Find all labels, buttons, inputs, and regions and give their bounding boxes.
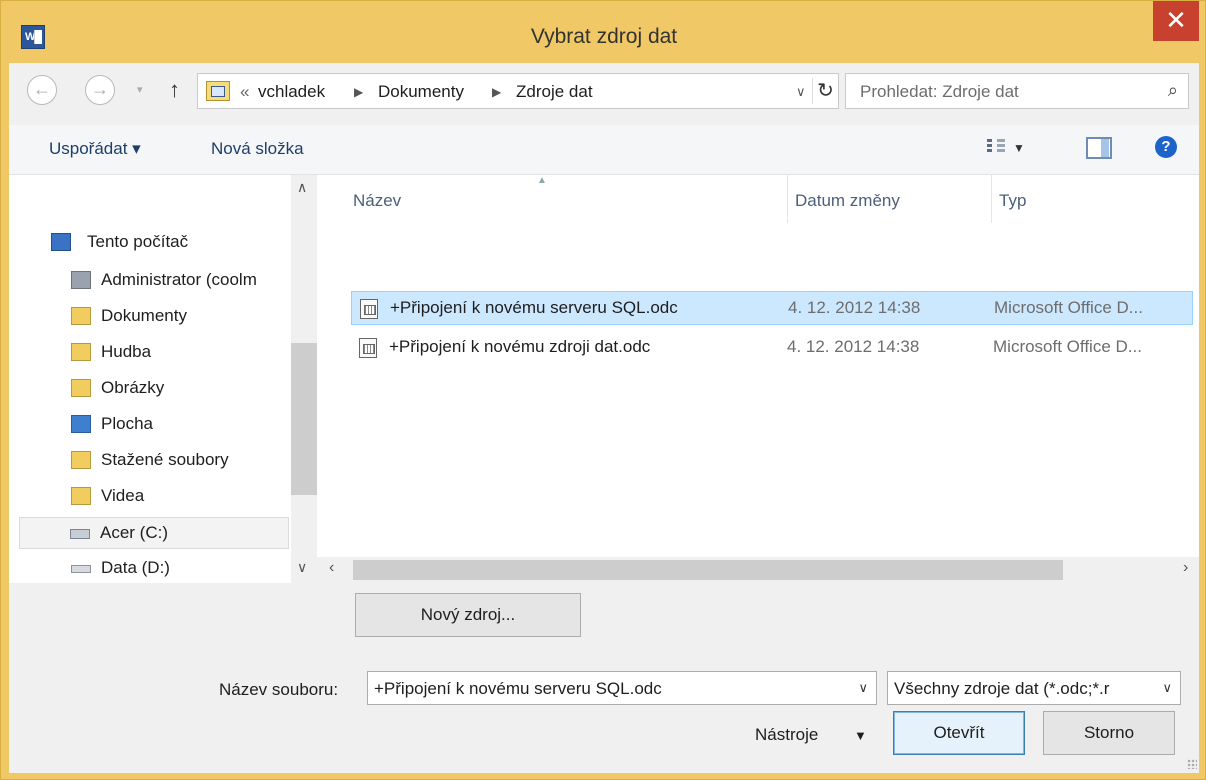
nav-drive-c[interactable]: Acer (C:) bbox=[19, 517, 289, 549]
search-icon[interactable]: ⌕ bbox=[1168, 80, 1178, 101]
view-dropdown-icon[interactable]: ▼ bbox=[1013, 141, 1025, 155]
breadcrumb-overflow[interactable]: « bbox=[240, 82, 249, 102]
dialog-client: ← → ▾ ↑ « vchladek ▶ Dokumenty ▶ Zdroje … bbox=[9, 63, 1199, 773]
drive-icon bbox=[70, 529, 90, 539]
scroll-right-icon[interactable]: › bbox=[1183, 559, 1188, 577]
filename-label: Název souboru: bbox=[219, 680, 339, 699]
file-row[interactable]: +Připojení k novému zdroji dat.odc 4. 12… bbox=[351, 331, 1193, 365]
sort-ascending-icon: ▲ bbox=[537, 175, 547, 186]
refresh-icon[interactable]: ↻ bbox=[812, 78, 838, 104]
help-icon[interactable]: ? bbox=[1155, 136, 1177, 158]
data-connection-file-icon bbox=[360, 299, 378, 319]
search-placeholder: Prohledat: Zdroje dat bbox=[860, 82, 1019, 101]
chevron-right-icon[interactable]: ▶ bbox=[492, 85, 501, 99]
resize-grip-icon[interactable] bbox=[1187, 759, 1197, 769]
breadcrumb-dokumenty[interactable]: Dokumenty bbox=[378, 82, 464, 102]
file-list-scrollbar[interactable]: ‹ › bbox=[317, 557, 1199, 583]
back-button[interactable]: ← bbox=[27, 75, 57, 105]
search-input[interactable]: Prohledat: Zdroje dat ⌕ bbox=[845, 73, 1189, 109]
column-header-name[interactable]: Název bbox=[353, 191, 401, 211]
file-type-filter[interactable]: Všechny zdroje dat (*.odc;*.r ∨ bbox=[887, 671, 1181, 705]
drive-icon bbox=[71, 565, 91, 573]
dialog-window: W Vybrat zdroj dat ✕ ← → ▾ ↑ « vchladek … bbox=[0, 0, 1206, 780]
forward-button[interactable]: → bbox=[85, 75, 115, 105]
chevron-down-icon[interactable]: ∨ bbox=[858, 680, 868, 696]
up-button[interactable]: ↑ bbox=[169, 77, 180, 103]
navigation-scrollbar[interactable]: ∧ ∨ bbox=[291, 175, 317, 583]
command-toolbar: Uspořádat ▾ Nová složka ▼ ? bbox=[9, 125, 1199, 175]
scroll-up-icon[interactable]: ∧ bbox=[297, 179, 307, 196]
scroll-left-icon[interactable]: ‹ bbox=[329, 559, 334, 577]
preview-pane-icon[interactable] bbox=[1086, 137, 1112, 159]
folder-location-icon bbox=[206, 81, 230, 101]
recent-locations-dropdown[interactable]: ▾ bbox=[137, 83, 143, 96]
documents-folder-icon bbox=[71, 307, 91, 325]
file-row[interactable]: +Připojení k novému serveru SQL.odc 4. 1… bbox=[351, 291, 1193, 325]
file-list: ▲ Název Datum změny Typ +Připojení k nov… bbox=[317, 175, 1199, 583]
scroll-down-icon[interactable]: ∨ bbox=[297, 559, 307, 576]
scroll-thumb[interactable] bbox=[353, 560, 1063, 580]
address-dropdown-icon[interactable]: ∨ bbox=[796, 84, 806, 100]
open-button[interactable]: Otevřít bbox=[893, 711, 1025, 755]
close-button[interactable]: ✕ bbox=[1153, 1, 1199, 41]
breadcrumb-vchladek[interactable]: vchladek bbox=[258, 82, 325, 102]
scroll-thumb[interactable] bbox=[291, 343, 317, 495]
new-folder-button[interactable]: Nová složka bbox=[211, 139, 304, 159]
breadcrumb-zdroje-dat[interactable]: Zdroje dat bbox=[516, 82, 593, 102]
address-bar[interactable]: « vchladek ▶ Dokumenty ▶ Zdroje dat ∨ ↻ bbox=[197, 73, 839, 109]
chevron-right-icon[interactable]: ▶ bbox=[354, 85, 363, 99]
navigation-pane: Tento počítač Administrator (coolm Dokum… bbox=[9, 175, 317, 583]
filename-field[interactable]: +Připojení k novému serveru SQL.odc ∨ bbox=[367, 671, 877, 705]
new-source-button[interactable]: Nový zdroj... bbox=[355, 593, 581, 637]
view-options-icon[interactable] bbox=[987, 139, 1005, 157]
data-connection-file-icon bbox=[359, 338, 377, 358]
pictures-folder-icon bbox=[71, 379, 91, 397]
music-folder-icon bbox=[71, 343, 91, 361]
tools-dropdown-icon[interactable]: ▼ bbox=[854, 728, 867, 743]
desktop-folder-icon bbox=[71, 415, 91, 433]
window-title: Vybrat zdroj dat bbox=[530, 25, 678, 48]
user-folder-icon bbox=[71, 271, 91, 289]
videos-folder-icon bbox=[71, 487, 91, 505]
column-header-date[interactable]: Datum změny bbox=[795, 191, 900, 211]
chevron-down-icon[interactable]: ∨ bbox=[1162, 680, 1172, 696]
title-bar: W Vybrat zdroj dat ✕ bbox=[1, 1, 1206, 63]
organize-button[interactable]: Uspořádat ▾ bbox=[49, 139, 141, 159]
column-header-type[interactable]: Typ bbox=[999, 191, 1026, 211]
computer-icon bbox=[51, 233, 71, 251]
downloads-folder-icon bbox=[71, 451, 91, 469]
cancel-button[interactable]: Storno bbox=[1043, 711, 1175, 755]
tools-button[interactable]: Nástroje bbox=[755, 725, 818, 745]
